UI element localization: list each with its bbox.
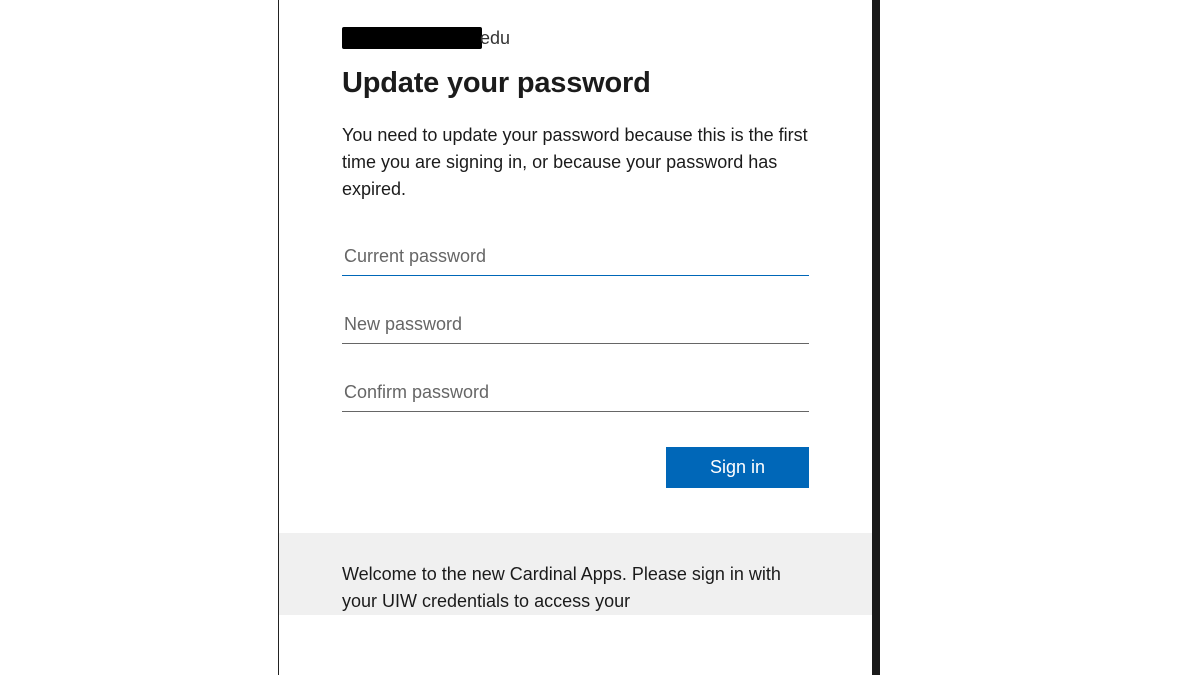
new-password-input[interactable] — [342, 306, 809, 344]
description-text: You need to update your password because… — [342, 122, 809, 203]
signin-button[interactable]: Sign in — [666, 447, 809, 488]
current-password-input[interactable] — [342, 238, 809, 276]
account-suffix: edu — [480, 28, 510, 49]
footer-panel: Welcome to the new Cardinal Apps. Please… — [279, 533, 872, 615]
button-row: Sign in — [342, 447, 809, 488]
redacted-account-bar — [342, 27, 482, 49]
account-identity-row: edu — [342, 27, 809, 49]
page-title: Update your password — [342, 67, 809, 100]
confirm-password-input[interactable] — [342, 374, 809, 412]
footer-welcome-text: Welcome to the new Cardinal Apps. Please… — [342, 561, 809, 615]
update-password-dialog: edu Update your password You need to upd… — [278, 0, 880, 675]
dialog-content: edu Update your password You need to upd… — [279, 0, 872, 488]
